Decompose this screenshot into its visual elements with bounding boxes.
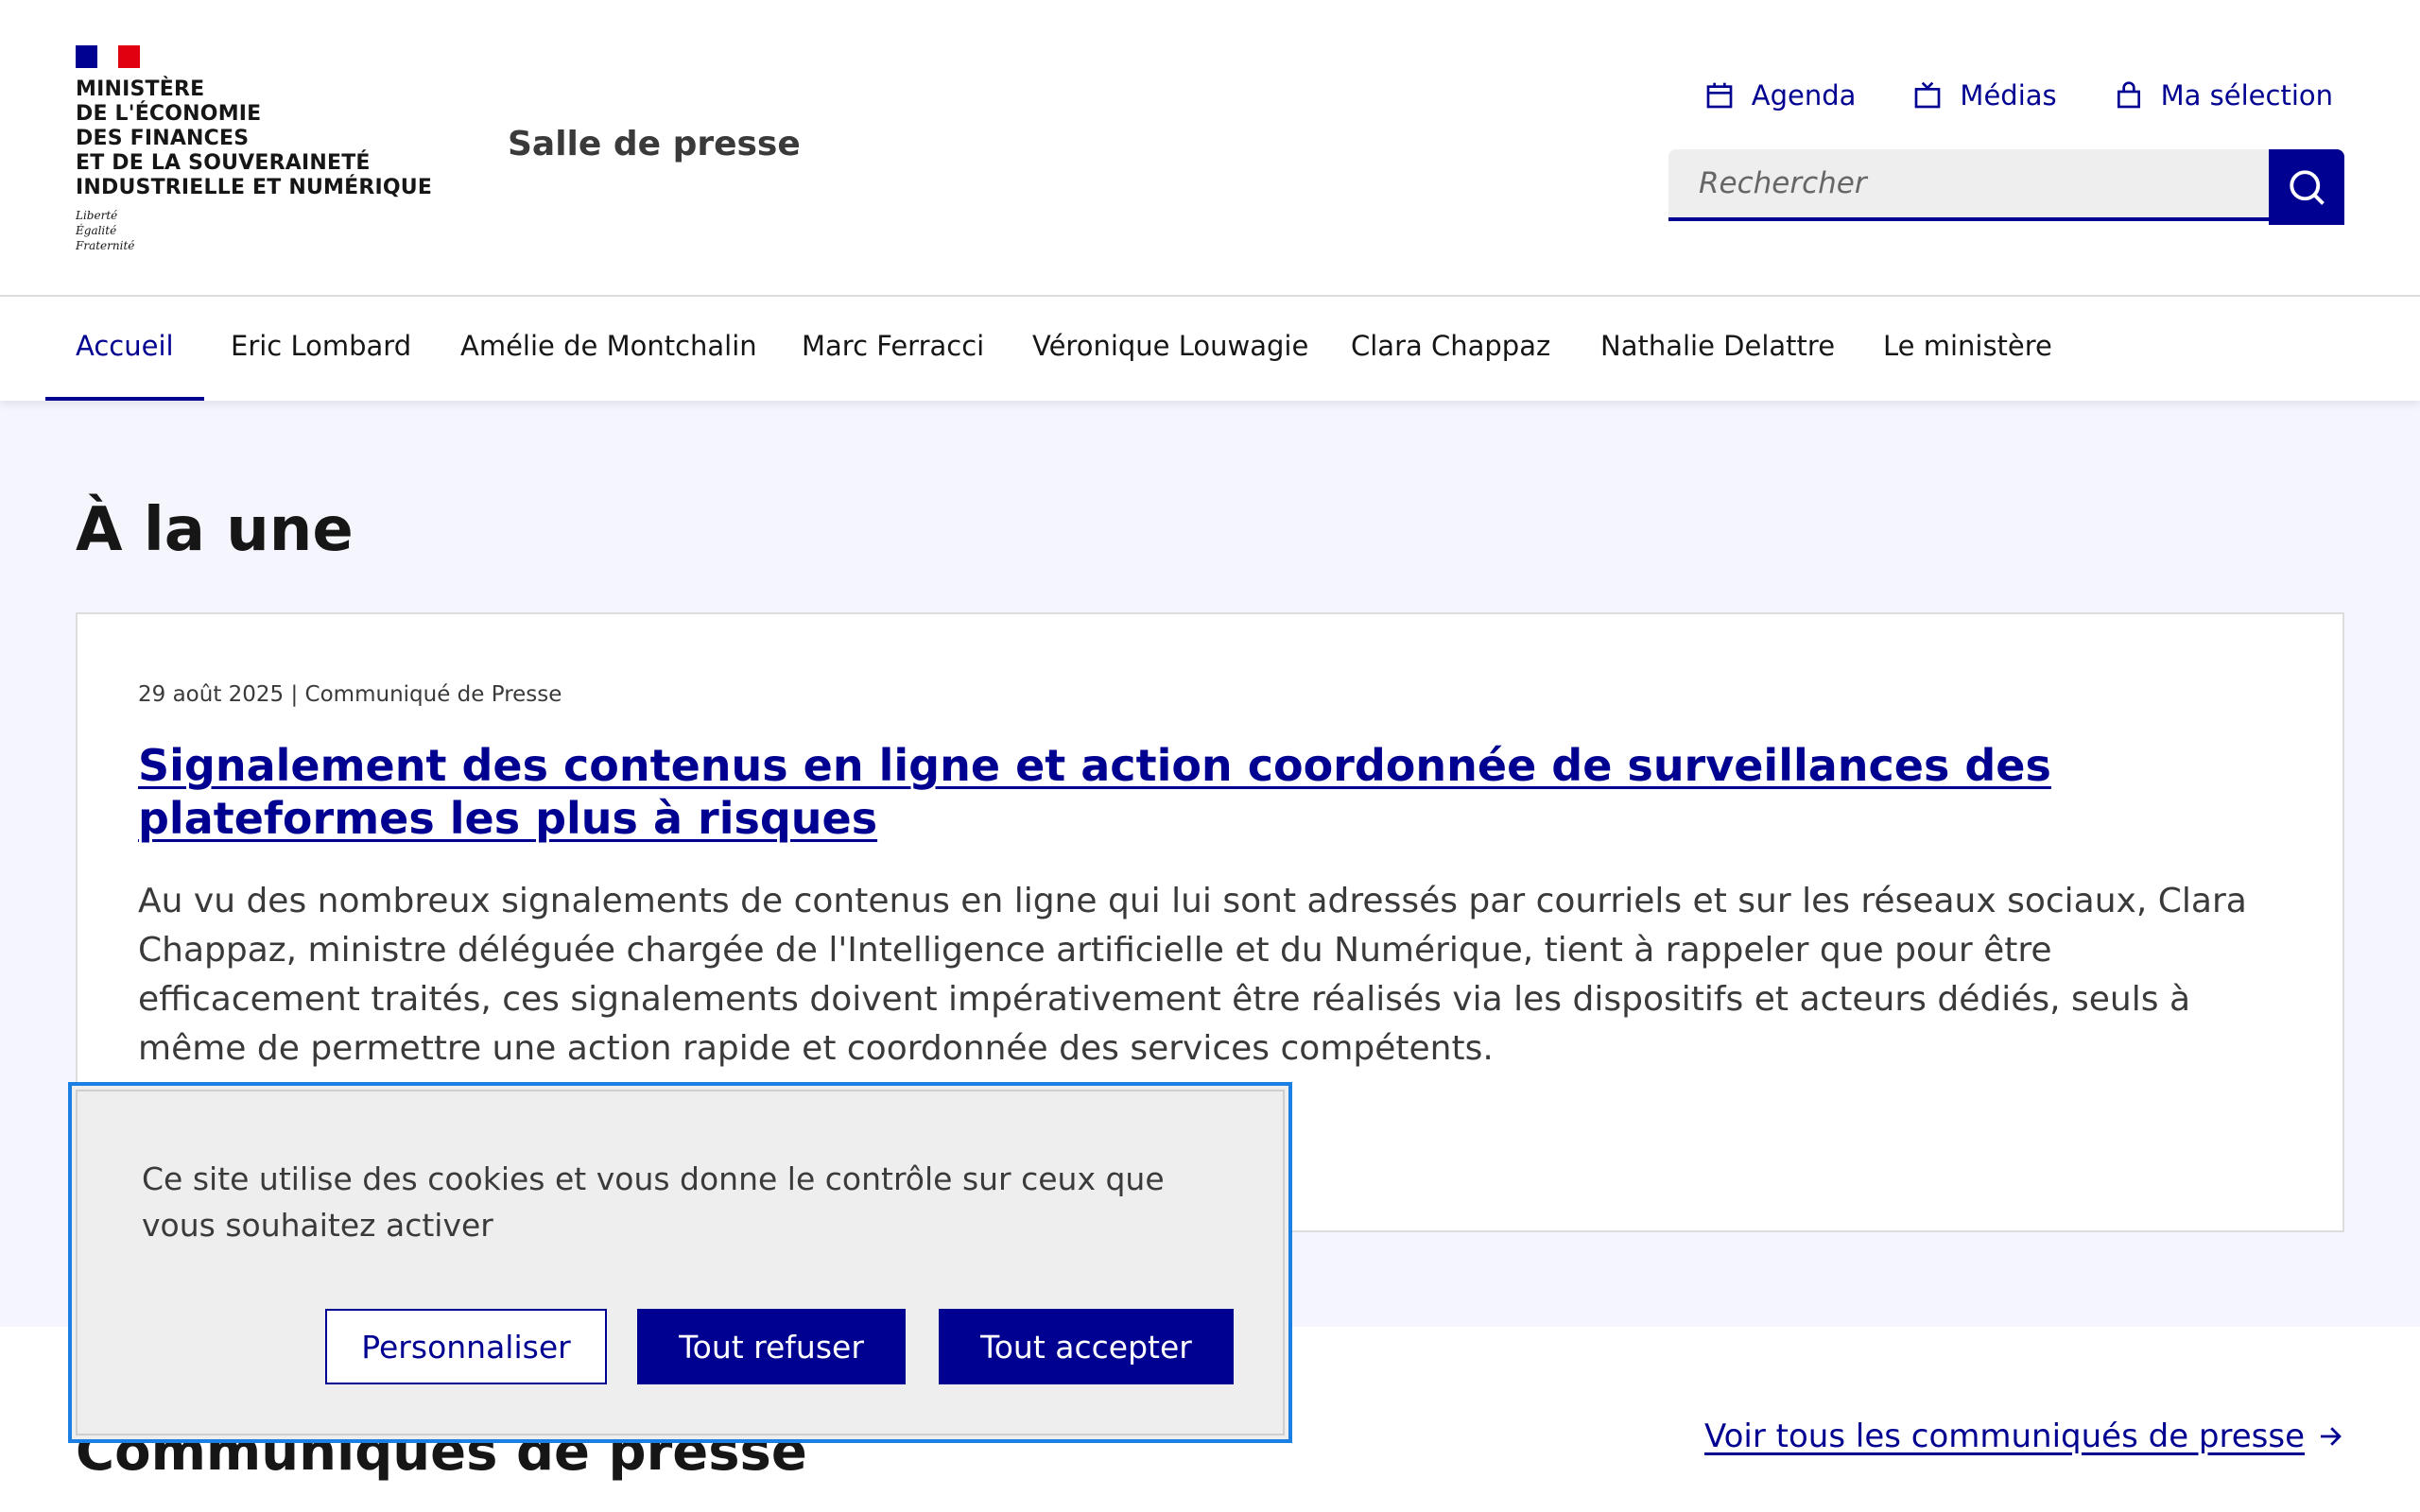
site-header: MINISTÈRE DE L'ÉCONOMIE DES FINANCES ET … [0, 0, 2420, 297]
cookie-banner-inner: Ce site utilise des cookies et vous donn… [76, 1090, 1285, 1435]
cookie-banner: Ce site utilise des cookies et vous donn… [68, 1082, 1292, 1443]
ministry-name: MINISTÈRE DE L'ÉCONOMIE DES FINANCES ET … [76, 77, 433, 199]
cookie-text: Ce site utilise des cookies et vous donn… [142, 1160, 1165, 1244]
customize-button[interactable]: Personnaliser [325, 1309, 607, 1384]
nav-item-eric-lombard[interactable]: Eric Lombard [231, 297, 411, 401]
calendar-icon [1706, 82, 1733, 109]
republic-motto: Liberté Égalité Fraternité [76, 209, 135, 252]
selection-label: Ma sélection [2160, 79, 2333, 112]
agenda-label: Agenda [1751, 79, 1857, 112]
media-icon [1915, 81, 1941, 109]
main-nav: Accueil Eric Lombard Amélie de Montchali… [0, 297, 2420, 401]
selection-link[interactable]: Ma sélection [2114, 79, 2333, 112]
republic-flag-icon [76, 45, 141, 68]
card-title-link[interactable]: Signalement des contenus en ligne et act… [138, 739, 2256, 845]
refuse-all-button[interactable]: Tout refuser [637, 1309, 906, 1384]
nav-item-clara-chappaz[interactable]: Clara Chappaz [1351, 297, 1550, 401]
ministry-logo[interactable]: MINISTÈRE DE L'ÉCONOMIE DES FINANCES ET … [76, 45, 432, 253]
site-title[interactable]: Salle de presse [508, 125, 801, 163]
search-input[interactable] [1668, 149, 2269, 221]
nav-item-le-ministere[interactable]: Le ministère [1883, 297, 2052, 401]
bag-icon [2117, 81, 2140, 109]
nav-item-veronique-louwagie[interactable]: Véronique Louwagie [1032, 297, 1308, 401]
nav-item-amelie-de-montchalin[interactable]: Amélie de Montchalin [460, 297, 757, 401]
nav-item-accueil[interactable]: Accueil [45, 297, 203, 401]
nav-item-marc-ferracci[interactable]: Marc Ferracci [802, 297, 984, 401]
media-label: Médias [1960, 79, 2057, 112]
section-title: À la une [76, 495, 354, 565]
accept-all-button[interactable]: Tout accepter [939, 1309, 1234, 1384]
see-all-press-releases-link[interactable]: Voir tous les communiqués de presse [1704, 1418, 2344, 1455]
nav-item-nathalie-delattre[interactable]: Nathalie Delattre [1600, 297, 1835, 401]
search-bar [1668, 149, 2344, 225]
arrow-right-icon [2321, 1427, 2342, 1446]
media-link[interactable]: Médias [1912, 79, 2057, 112]
search-button[interactable] [2269, 149, 2344, 225]
agenda-link[interactable]: Agenda [1704, 79, 1857, 112]
card-description: Au vu des nombreux signalements de conte… [138, 882, 2247, 1068]
see-all-label: Voir tous les communiqués de presse [1704, 1418, 2305, 1455]
search-icon [2290, 170, 2325, 205]
card-meta: 29 août 2025 | Communiqué de Presse [138, 682, 562, 707]
header-tools: Agenda Médias Ma sélection [1704, 79, 2333, 112]
